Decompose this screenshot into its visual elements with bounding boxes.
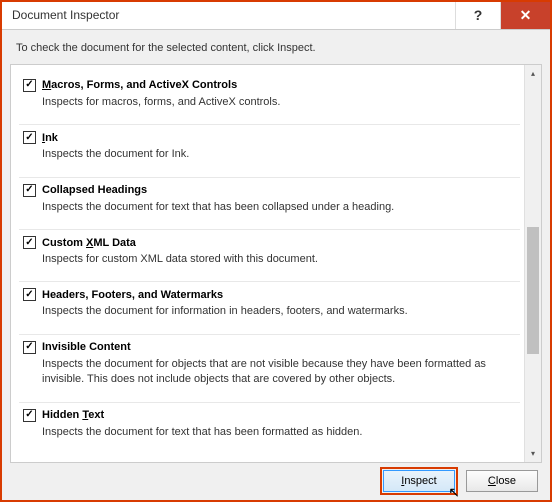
item-desc: Inspects for custom XML data stored with…	[42, 252, 516, 267]
close-window-button[interactable]: ✕	[500, 2, 550, 29]
dialog-footer: Inspect ↖ Close	[2, 463, 550, 500]
item-hidden-text: Hidden Text Inspects the document for te…	[19, 403, 520, 454]
checkbox-macros[interactable]	[23, 79, 36, 92]
checkbox-ink[interactable]	[23, 131, 36, 144]
item-title: Headers, Footers, and Watermarks	[42, 289, 223, 301]
item-title: Ink	[42, 132, 58, 144]
scroll-down-icon[interactable]: ▾	[525, 445, 541, 462]
item-title: Invisible Content	[42, 341, 131, 353]
inspect-highlight: Inspect ↖	[380, 467, 458, 495]
titlebar: Document Inspector ? ✕	[2, 2, 550, 30]
scroll-track[interactable]	[525, 82, 541, 445]
item-desc: Inspects the document for information in…	[42, 304, 516, 319]
item-desc: Inspects the document for text that has …	[42, 200, 516, 215]
inspect-button[interactable]: Inspect ↖	[383, 470, 455, 492]
item-desc: Inspects for macros, forms, and ActiveX …	[42, 95, 516, 110]
scroll-thumb[interactable]	[527, 227, 539, 354]
item-ink: Ink Inspects the document for Ink.	[19, 125, 520, 177]
item-desc: Inspects the document for text that has …	[42, 425, 516, 440]
item-title: Collapsed Headings	[42, 184, 147, 196]
item-headers-footers: Headers, Footers, and Watermarks Inspect…	[19, 282, 520, 334]
checkbox-custom-xml[interactable]	[23, 236, 36, 249]
item-collapsed-headings: Collapsed Headings Inspects the document…	[19, 178, 520, 230]
checkbox-headers-footers[interactable]	[23, 288, 36, 301]
checkbox-hidden-text[interactable]	[23, 409, 36, 422]
close-button[interactable]: Close	[466, 470, 538, 492]
item-title: Macros, Forms, and ActiveX Controls	[42, 79, 237, 91]
item-invisible-content: Invisible Content Inspects the document …	[19, 335, 520, 403]
content-panel: Macros, Forms, and ActiveX Controls Insp…	[10, 64, 542, 463]
scroll-up-icon[interactable]: ▴	[525, 65, 541, 82]
inspection-list: Macros, Forms, and ActiveX Controls Insp…	[11, 65, 524, 462]
item-macros: Macros, Forms, and ActiveX Controls Insp…	[19, 73, 520, 125]
cursor-icon: ↖	[448, 484, 460, 501]
item-custom-xml: Custom XML Data Inspects for custom XML …	[19, 230, 520, 282]
help-button[interactable]: ?	[455, 2, 500, 29]
item-desc: Inspects the document for objects that a…	[42, 357, 516, 388]
dialog-title: Document Inspector	[12, 8, 455, 22]
item-desc: Inspects the document for Ink.	[42, 147, 516, 162]
scrollbar[interactable]: ▴ ▾	[524, 65, 541, 462]
item-title: Hidden Text	[42, 409, 104, 421]
instruction-text: To check the document for the selected c…	[2, 30, 550, 64]
checkbox-collapsed-headings[interactable]	[23, 184, 36, 197]
document-inspector-dialog: Document Inspector ? ✕ To check the docu…	[0, 0, 552, 502]
item-title: Custom XML Data	[42, 237, 136, 249]
checkbox-invisible-content[interactable]	[23, 341, 36, 354]
